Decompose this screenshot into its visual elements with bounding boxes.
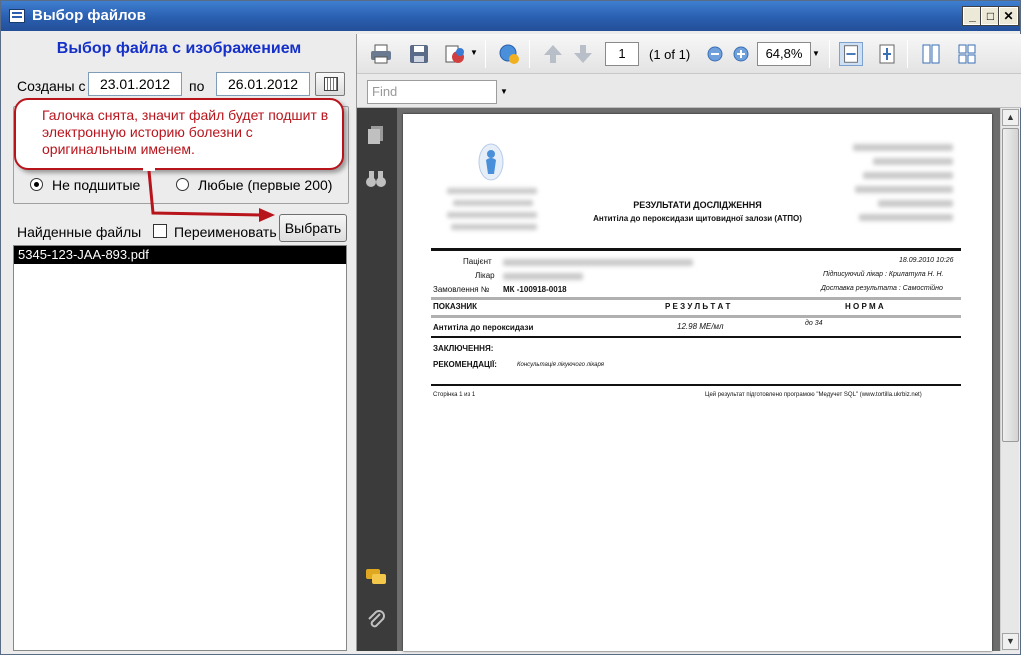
blurred-text (451, 224, 537, 230)
found-files-label: Найденные файлы (17, 224, 142, 240)
delivery-method: Доставка результата : Самостійно (821, 285, 943, 292)
document-area[interactable]: РЕЗУЛЬТАТИ ДОСЛІДЖЕННЯ Антитіла до перок… (397, 108, 1000, 651)
find-toolbar: Find ▼ (357, 74, 1021, 108)
scroll-thumb[interactable] (1002, 128, 1019, 442)
recommendation-text: Консультація лікуючого лікаря (517, 362, 604, 368)
blurred-text (447, 188, 537, 194)
comments-icon[interactable] (364, 566, 388, 588)
test-result: 12.98 МЕ/мл (677, 322, 724, 331)
minimize-button[interactable]: _ (962, 6, 983, 26)
viewer-sidebar (357, 108, 397, 651)
clinic-logo (478, 143, 504, 181)
to-label: по (189, 78, 205, 94)
col-indicator: ПОКАЗНИК (433, 302, 478, 311)
footer-credit: Цей результат підготовлено програмою "Ме… (705, 392, 922, 398)
test-name: Антитіла до пероксидази (433, 323, 534, 332)
zoom-level-field[interactable]: 64,8% (757, 42, 811, 66)
report-datetime: 18.09.2010 10:26 (899, 257, 954, 264)
scroll-up-icon[interactable]: ▲ (1002, 109, 1019, 126)
patient-label: Пацієнт (463, 257, 492, 266)
zoom-in-icon[interactable] (729, 42, 753, 66)
arrow-up-icon[interactable] (541, 42, 565, 66)
page-footer: Сторінка 1 из 1 (433, 392, 476, 398)
blurred-text (855, 186, 953, 193)
page-count: (1 of 1) (649, 47, 691, 62)
order-value: МК -100918-0018 (503, 285, 567, 294)
divider (431, 315, 961, 318)
panel-heading: Выбор файла с изображением (56, 40, 302, 57)
pdf-page: РЕЗУЛЬТАТИ ДОСЛІДЖЕННЯ Антитіла до перок… (403, 114, 992, 651)
created-from-label: Созданы с (17, 78, 86, 94)
calendar-button[interactable] (315, 72, 345, 96)
radio-not-attached[interactable] (30, 178, 43, 191)
date-from-field[interactable]: 23.01.2012 (88, 72, 182, 96)
calendar-icon (324, 77, 338, 91)
toolbar-separator (907, 40, 908, 68)
find-input[interactable]: Find (367, 80, 497, 104)
attachment-icon[interactable] (365, 608, 387, 632)
toolbar-separator (485, 40, 486, 68)
report-title: РЕЗУЛЬТАТИ ДОСЛІДЖЕННЯ (633, 200, 762, 210)
radio-not-attached-label[interactable]: Не подшитые (52, 177, 140, 193)
continuous-icon[interactable] (955, 42, 979, 66)
zoom-out-icon[interactable] (703, 42, 727, 66)
divider (431, 297, 961, 300)
maximize-button[interactable]: □ (980, 6, 1001, 26)
binoculars-icon[interactable] (365, 168, 387, 190)
globe-icon[interactable] (497, 42, 521, 66)
viewer-toolbar: ▼ 1 (1 of 1) 64,8% ▼ (357, 34, 1021, 74)
pages-icon[interactable] (365, 124, 387, 146)
col-result: Р Е З У Л Ь Т А Т (665, 302, 731, 311)
scroll-down-icon[interactable]: ▼ (1002, 633, 1019, 650)
blurred-text (853, 144, 953, 151)
file-chooser-window: Выбор файлов _ □ ✕ Выбор файла с изображ… (0, 0, 1021, 655)
window-icon (9, 9, 25, 23)
blurred-doctor (503, 273, 583, 280)
divider (431, 384, 961, 386)
single-page-icon[interactable] (919, 42, 943, 66)
divider (431, 248, 961, 251)
toolbar-separator (829, 40, 830, 68)
doctor-label: Лікар (475, 271, 495, 280)
export-icon[interactable] (443, 42, 467, 66)
find-dropdown-icon[interactable]: ▼ (500, 87, 508, 96)
page-number-input[interactable]: 1 (605, 42, 639, 66)
date-to-field[interactable]: 26.01.2012 (216, 72, 310, 96)
chevron-down-icon[interactable]: ▼ (470, 48, 478, 57)
blurred-text (873, 158, 953, 165)
test-norm: до 34 (805, 320, 823, 327)
blurred-patient (503, 259, 693, 266)
divider (431, 336, 961, 338)
blurred-text (863, 172, 953, 179)
order-label: Замовлення № (433, 285, 490, 294)
title-bar[interactable]: Выбор файлов _ □ ✕ (1, 1, 1020, 31)
save-icon[interactable] (407, 42, 431, 66)
pdf-viewer: ▼ 1 (1 of 1) 64,8% ▼ Find ▼ РЕЗУЛЬТАТИ Д… (356, 34, 1021, 651)
recommendation-label: РЕКОМЕНДАЦІЇ: (433, 360, 497, 369)
print-icon[interactable] (369, 42, 393, 66)
vertical-scrollbar[interactable]: ▲ ▼ (1000, 108, 1019, 651)
file-list[interactable]: 5345-123-JAA-893.pdf (13, 245, 347, 651)
arrow-down-icon[interactable] (571, 42, 595, 66)
close-button[interactable]: ✕ (998, 6, 1019, 26)
conclusion-label: ЗАКЛЮЧЕННЯ: (433, 344, 494, 353)
toolbar-separator (529, 40, 530, 68)
report-subtitle: Антитіла до пероксидази щитовидної залоз… (593, 214, 802, 223)
fit-width-icon[interactable] (839, 42, 863, 66)
fit-page-icon[interactable] (875, 42, 899, 66)
col-norm: Н О Р М А (845, 302, 884, 311)
signing-doctor: Підписуючий лікар : Крилатула Н. Н. (823, 271, 944, 278)
zoom-dropdown-icon[interactable]: ▼ (812, 49, 820, 58)
window-title: Выбор файлов (32, 7, 146, 24)
